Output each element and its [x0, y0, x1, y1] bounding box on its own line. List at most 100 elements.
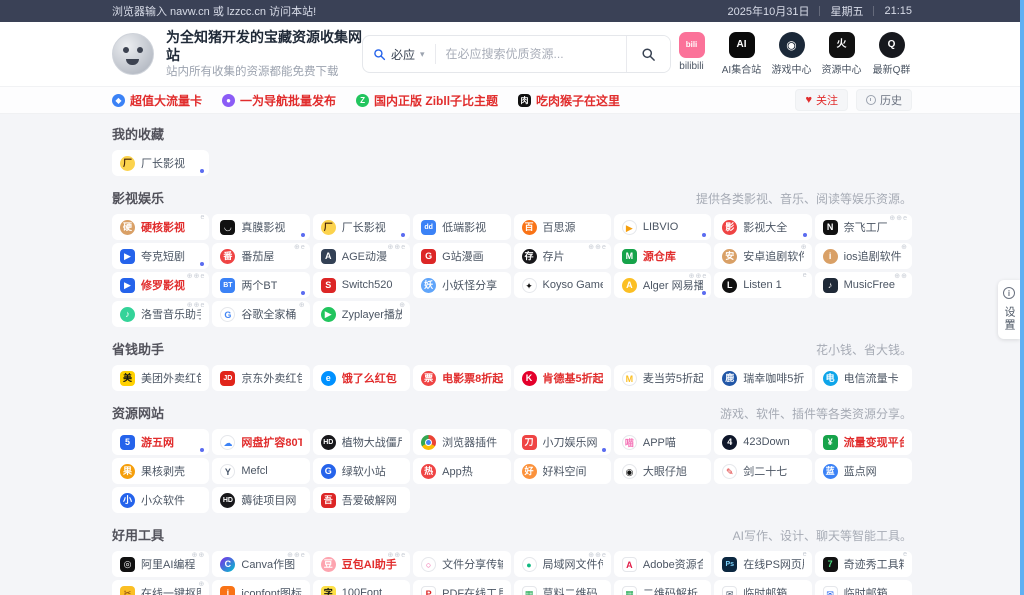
quick-link-3[interactable]: 火资源中心 — [821, 32, 862, 76]
site-card[interactable]: 吾吾爱破解网 — [313, 487, 410, 513]
site-card[interactable]: HD植物大战僵尸 — [313, 429, 410, 455]
site-card[interactable]: 热App热 — [413, 458, 510, 484]
page-root: 浏览器输入 navw.cn 或 lzzcc.cn 访问本站! 2025年10月3… — [0, 0, 1024, 595]
site-card[interactable]: 番番茄屋⊕e — [212, 243, 309, 269]
notice-link-2[interactable]: Z国内正版 Zibll子比主题 — [356, 92, 498, 109]
scrollbar[interactable] — [1020, 0, 1024, 595]
site-card[interactable]: 喵APP喵 — [614, 429, 711, 455]
site-card[interactable]: G绿软小站 — [313, 458, 410, 484]
site-card-label: 网盘扩容80TB — [241, 434, 301, 450]
site-card[interactable]: ▶LIBVIO — [614, 214, 711, 240]
site-card[interactable]: BT两个BT — [212, 272, 309, 298]
site-icon: 存 — [522, 249, 537, 264]
site-card[interactable]: ◎阿里AI编程⊕⊕ — [112, 551, 209, 577]
site-card[interactable]: 厂厂长影视 — [313, 214, 410, 240]
search-input[interactable] — [436, 47, 626, 61]
site-card[interactable]: HD薅徒项目网 — [212, 487, 309, 513]
site-card[interactable]: ●局域网文件传输⊕⊕e — [514, 551, 611, 577]
site-card[interactable]: ¥流量变现平台 — [815, 429, 912, 455]
site-card[interactable]: ▶修罗影视⊕⊕e — [112, 272, 209, 298]
site-card[interactable]: 影影视大全 — [714, 214, 811, 240]
site-card-label: 浏览器插件 — [442, 434, 497, 450]
site-card-label: 绿软小站 — [342, 463, 386, 479]
section-header: 好用工具AI写作、设计、聊天等智能工具。 — [112, 525, 912, 544]
site-card[interactable]: LListen 1e — [714, 272, 811, 298]
site-card[interactable]: JD京东外卖红包 — [212, 365, 309, 391]
site-card[interactable]: ▶Zyplayer播放器⊕ — [313, 301, 410, 327]
site-card[interactable]: 字100Font — [313, 580, 410, 595]
site-card[interactable]: AAGE动漫⊕⊕e — [313, 243, 410, 269]
site-card[interactable]: M源仓库 — [614, 243, 711, 269]
site-card[interactable]: ♪MusicFree⊕⊕ — [815, 272, 912, 298]
site-card[interactable]: 浏览器插件 — [413, 429, 510, 455]
site-card[interactable]: 7奇迹秀工具箱e — [815, 551, 912, 577]
quick-link-0[interactable]: bilibilibili — [671, 32, 712, 76]
section-savings: 省钱助手花小钱、省大钱。美美团外卖红包JD京东外卖红包e饿了么红包票电影票8折起… — [112, 339, 912, 391]
site-card[interactable]: SSwitch520 — [313, 272, 410, 298]
site-card[interactable]: G谷歌全家桶⊕ — [212, 301, 309, 327]
follow-button[interactable]: ♥ 关注 — [795, 89, 848, 111]
site-card[interactable]: 票电影票8折起 — [413, 365, 510, 391]
site-card[interactable]: 豆豆包AI助手⊕⊕e — [313, 551, 410, 577]
site-card[interactable]: 小小众软件 — [112, 487, 209, 513]
site-card[interactable]: ▶夸克短剧 — [112, 243, 209, 269]
site-card[interactable]: ✂在线一键抠图⊕ — [112, 580, 209, 595]
site-card[interactable]: ✎剑二十七 — [714, 458, 811, 484]
site-card[interactable]: K肯德基5折起 — [514, 365, 611, 391]
site-card[interactable]: AAlger 网易播放器⊕⊕e — [614, 272, 711, 298]
site-card[interactable]: N奈飞工厂⊕⊕e — [815, 214, 912, 240]
site-card[interactable]: ☁网盘扩容80TB — [212, 429, 309, 455]
site-card[interactable]: 美美团外卖红包 — [112, 365, 209, 391]
site-card[interactable]: 妖小妖怪分享 — [413, 272, 510, 298]
site-card[interactable]: ◉大眼仔旭 — [614, 458, 711, 484]
notice-link-0[interactable]: ◆超值大流量卡 — [112, 92, 202, 109]
quick-link-4[interactable]: Q最新Q群 — [871, 32, 912, 76]
site-card[interactable]: 好好料空间 — [514, 458, 611, 484]
site-card[interactable]: 厂厂长影视 — [112, 150, 209, 176]
site-card[interactable]: 5游五网 — [112, 429, 209, 455]
site-card[interactable]: 百百思源 — [514, 214, 611, 240]
site-card[interactable]: 蓝蓝点网 — [815, 458, 912, 484]
site-card[interactable]: iiconfont图标库 — [212, 580, 309, 595]
site-card[interactable]: ▦草料二维码 — [514, 580, 611, 595]
site-card[interactable]: AAdobe资源合集 — [614, 551, 711, 577]
quick-link-label: 资源中心 — [822, 61, 862, 76]
site-card[interactable]: ○文件分享传输 — [413, 551, 510, 577]
settings-widget[interactable]: i 设置 — [998, 280, 1020, 339]
site-card-label: 好料空间 — [543, 463, 587, 479]
search-engine-select[interactable]: 必应 ▾ — [363, 46, 435, 63]
site-card[interactable]: 果果核剥壳 — [112, 458, 209, 484]
site-card[interactable]: ♪洛雪音乐助手⊕⊕e — [112, 301, 209, 327]
site-card[interactable]: 硬硬核影视e — [112, 214, 209, 240]
history-button[interactable]: 历史 — [856, 89, 912, 111]
notice-link-3[interactable]: 肉吃肉猴子在这里 — [518, 92, 620, 109]
site-card[interactable]: ▦二维码解析 — [614, 580, 711, 595]
quick-link-1[interactable]: AIAI集合站 — [721, 32, 762, 76]
site-card[interactable]: 电电信流量卡 — [815, 365, 912, 391]
site-card-label: 蓝点网 — [844, 463, 877, 479]
site-card[interactable]: PPDF在线工具 — [413, 580, 510, 595]
site-card[interactable]: ✉临时邮箱 — [714, 580, 811, 595]
site-card[interactable]: CCanva作图⊕⊕e — [212, 551, 309, 577]
notice-link-1[interactable]: ●一为导航批量发布 — [222, 92, 336, 109]
site-card[interactable]: dd低端影视 — [413, 214, 510, 240]
site-logo[interactable] — [112, 33, 154, 75]
search-button[interactable] — [626, 36, 670, 72]
site-card[interactable]: GG站漫画 — [413, 243, 510, 269]
site-card[interactable]: ◡真膜影视 — [212, 214, 309, 240]
site-card[interactable]: iios追剧软件⊕ — [815, 243, 912, 269]
site-card-label: 小刀娱乐网 — [543, 434, 598, 450]
site-card[interactable]: e饿了么红包 — [313, 365, 410, 391]
site-card[interactable]: Ps在线PS网页版e — [714, 551, 811, 577]
site-card[interactable]: ✦Koyso Game — [514, 272, 611, 298]
site-card[interactable]: ✉临时邮箱 — [815, 580, 912, 595]
site-card[interactable]: YMefcl — [212, 458, 309, 484]
site-card[interactable]: 4423Down — [714, 429, 811, 455]
site-card[interactable]: M麦当劳5折起 — [614, 365, 711, 391]
site-card[interactable]: 鹿瑞幸咖啡5折起 — [714, 365, 811, 391]
site-icon: HD — [321, 435, 336, 450]
quick-link-2[interactable]: ◉游戏中心 — [771, 32, 812, 76]
site-card[interactable]: 存存片⊕⊕e — [514, 243, 611, 269]
site-card[interactable]: 刀小刀娱乐网 — [514, 429, 611, 455]
site-card[interactable]: 安安卓追剧软件⊕ — [714, 243, 811, 269]
